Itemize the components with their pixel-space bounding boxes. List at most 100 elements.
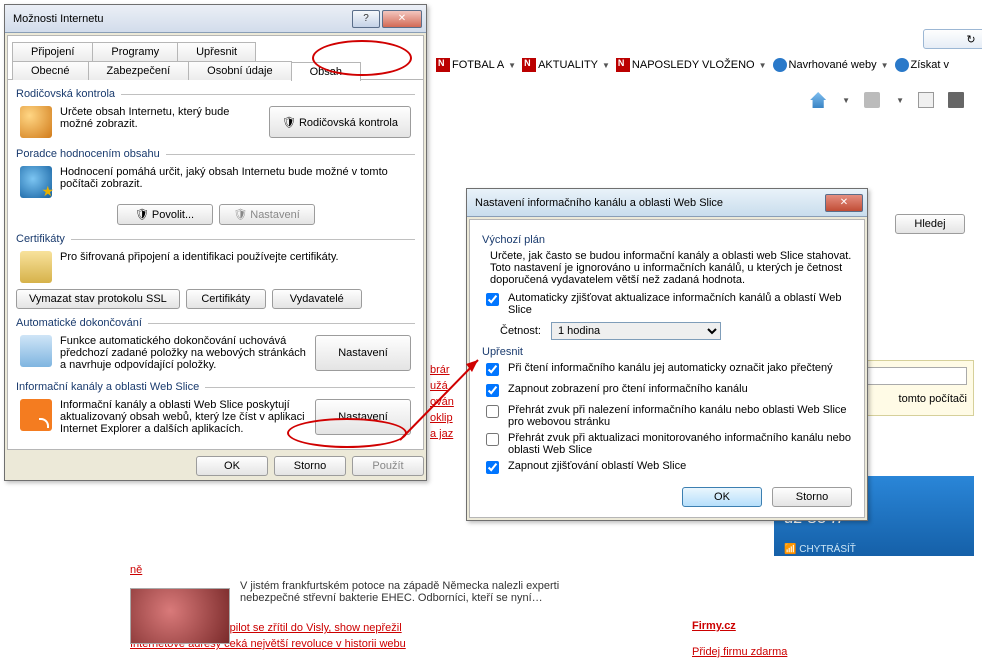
- news-link-ne[interactable]: ně: [130, 564, 142, 576]
- sound-update-checkbox[interactable]: [486, 433, 499, 446]
- feeds-header: Informační kanály a oblasti Web Slice: [16, 381, 415, 393]
- autocomplete-header: Automatické dokončování: [16, 317, 415, 329]
- auto-checkbox[interactable]: [486, 293, 499, 306]
- reading-view-checkbox[interactable]: [486, 384, 499, 397]
- plan-header: Výchozí plán: [482, 234, 852, 246]
- autocomplete-desc: Funkce automatického dokončování uchováv…: [60, 335, 307, 371]
- page-fragment[interactable]: a jaz: [430, 428, 454, 440]
- novinky-icon: [616, 58, 630, 72]
- command-bar: ▼ ▼: [430, 86, 982, 114]
- certs-desc: Pro šifrovaná připojení a identifikaci p…: [60, 251, 411, 283]
- ad-brand: 📶 CHYTRÁSÍŤ: [784, 544, 964, 555]
- auto-check[interactable]: Automaticky zjišťovat aktualizace inform…: [482, 292, 852, 316]
- favorite-ziskat[interactable]: Získat v: [895, 58, 950, 72]
- feed-settings-dialog: Nastavení informačního kanálu a oblasti …: [466, 188, 868, 521]
- reading-view-check[interactable]: Zapnout zobrazení pro čtení informačního…: [482, 383, 852, 400]
- parental-desc: Určete obsah Internetu, který bude možné…: [60, 106, 261, 138]
- tab-programy[interactable]: Programy: [92, 42, 178, 61]
- advisor-header: Poradce hodnocením obsahu: [16, 148, 415, 160]
- novinky-icon: [436, 58, 450, 72]
- publishers-button[interactable]: Vydavatelé: [272, 289, 362, 309]
- tabs: Připojení Programy Upřesnit Obecné Zabez…: [8, 36, 423, 80]
- sound-found-checkbox[interactable]: [486, 405, 499, 418]
- dialog-titlebar[interactable]: Možnosti Internetu ? ✕: [5, 5, 426, 33]
- mail-icon[interactable]: [918, 92, 934, 108]
- chevron-down-icon: ▼: [881, 61, 889, 70]
- sound-update-check[interactable]: Přehrát zvuk při aktualizaci monitorovan…: [482, 432, 852, 456]
- feed-icon[interactable]: [864, 92, 880, 108]
- ok-button[interactable]: OK: [682, 487, 762, 507]
- favorite-naposledy[interactable]: NAPOSLEDY VLOŽENO▼: [616, 58, 767, 72]
- search-area: Hledej: [895, 214, 965, 234]
- ie-icon: [773, 58, 787, 72]
- search-button[interactable]: Hledej: [895, 214, 965, 234]
- cancel-button[interactable]: Storno: [274, 456, 346, 476]
- advanced-header: Upřesnit: [482, 346, 852, 358]
- globe-icon: [20, 166, 52, 198]
- parental-header: Rodičovská kontrola: [16, 88, 415, 100]
- feeds-desc: Informační kanály a oblasti Web Slice po…: [60, 399, 307, 435]
- mark-read-check[interactable]: Při čtení informačního kanálu jej automa…: [482, 362, 852, 379]
- chevron-down-icon[interactable]: ▼: [842, 96, 850, 105]
- clear-ssl-button[interactable]: Vymazat stav protokolu SSL: [16, 289, 180, 309]
- tab-obecne[interactable]: Obecné: [12, 61, 89, 80]
- certs-button[interactable]: Certifikáty: [186, 289, 266, 309]
- dialog-title: Možnosti Internetu: [13, 13, 104, 25]
- cert-icon: [20, 251, 52, 283]
- parental-icon: [20, 106, 52, 138]
- ie-icon: [895, 58, 909, 72]
- favorites-bar: FOTBAL A▼ AKTUALITY▼ NAPOSLEDY VLOŽENO▼ …: [430, 52, 982, 78]
- refresh-button[interactable]: ↻: [923, 29, 982, 49]
- home-icon[interactable]: [810, 92, 826, 108]
- tab-obsah[interactable]: Obsah: [291, 62, 361, 81]
- advisor-enable-button[interactable]: 🛡 Povolit...: [117, 204, 213, 225]
- ok-button[interactable]: OK: [196, 456, 268, 476]
- detect-slice-checkbox[interactable]: [486, 461, 499, 474]
- print-icon[interactable]: [948, 92, 964, 108]
- remember-label: tomto počítači: [899, 393, 967, 405]
- firmy-add[interactable]: Přidej firmu zdarma: [692, 646, 892, 658]
- feed-icon: [20, 399, 52, 431]
- chevron-down-icon: ▼: [508, 61, 516, 70]
- page-fragment[interactable]: užá: [430, 380, 454, 392]
- form-icon: [20, 335, 52, 367]
- tab-osobni[interactable]: Osobní údaje: [188, 61, 291, 80]
- news-body: V jistém frankfurtském potoce na západě …: [240, 580, 590, 604]
- advisor-settings-button: 🛡 Nastavení: [219, 204, 315, 225]
- parental-button[interactable]: 🛡 Rodičovská kontrola: [269, 106, 411, 138]
- chevron-down-icon: ▼: [602, 61, 610, 70]
- novinky-icon: [522, 58, 536, 72]
- internet-options-dialog: Možnosti Internetu ? ✕ Připojení Program…: [4, 4, 427, 481]
- freq-label: Četnost:: [500, 325, 541, 337]
- freq-select[interactable]: 1 hodina: [551, 322, 721, 340]
- page-fragment[interactable]: ován: [430, 396, 454, 408]
- dialog-titlebar[interactable]: Nastavení informačního kanálu a oblasti …: [467, 189, 867, 217]
- favorite-aktuality[interactable]: AKTUALITY▼: [522, 58, 610, 72]
- chevron-down-icon[interactable]: ▼: [896, 96, 904, 105]
- close-button[interactable]: ✕: [382, 10, 422, 28]
- tab-zabezpeceni[interactable]: Zabezpečení: [88, 61, 190, 80]
- cancel-button[interactable]: Storno: [772, 487, 852, 507]
- close-button[interactable]: ✕: [825, 194, 863, 212]
- favorite-navrhovane[interactable]: Navrhované weby▼: [773, 58, 889, 72]
- advisor-desc: Hodnocení pomáhá určit, jaký obsah Inter…: [60, 166, 411, 198]
- feeds-settings-button[interactable]: Nastavení: [315, 399, 411, 435]
- plan-desc: Určete, jak často se budou informační ka…: [490, 250, 852, 286]
- certs-header: Certifikáty: [16, 233, 415, 245]
- news-thumbnail: [130, 588, 230, 644]
- detect-slice-check[interactable]: Zapnout zjišťování oblastí Web Slice: [482, 460, 852, 477]
- chevron-down-icon: ▼: [759, 61, 767, 70]
- dialog-title: Nastavení informačního kanálu a oblasti …: [475, 197, 723, 209]
- tab-pripojeni[interactable]: Připojení: [12, 42, 93, 61]
- mark-read-checkbox[interactable]: [486, 363, 499, 376]
- autocomplete-settings-button[interactable]: Nastavení: [315, 335, 411, 371]
- firmy-title[interactable]: Firmy.cz: [692, 620, 892, 632]
- apply-button: Použít: [352, 456, 424, 476]
- page-fragment[interactable]: brár: [430, 364, 454, 376]
- help-button[interactable]: ?: [352, 10, 380, 28]
- page-fragment[interactable]: oklip: [430, 412, 454, 424]
- tab-upresnit[interactable]: Upřesnit: [177, 42, 256, 61]
- firmy-block: Firmy.cz Přidej firmu zdarma: [692, 620, 892, 658]
- sound-found-check[interactable]: Přehrát zvuk při nalezení informačního k…: [482, 404, 852, 428]
- favorite-fotbal[interactable]: FOTBAL A▼: [436, 58, 516, 72]
